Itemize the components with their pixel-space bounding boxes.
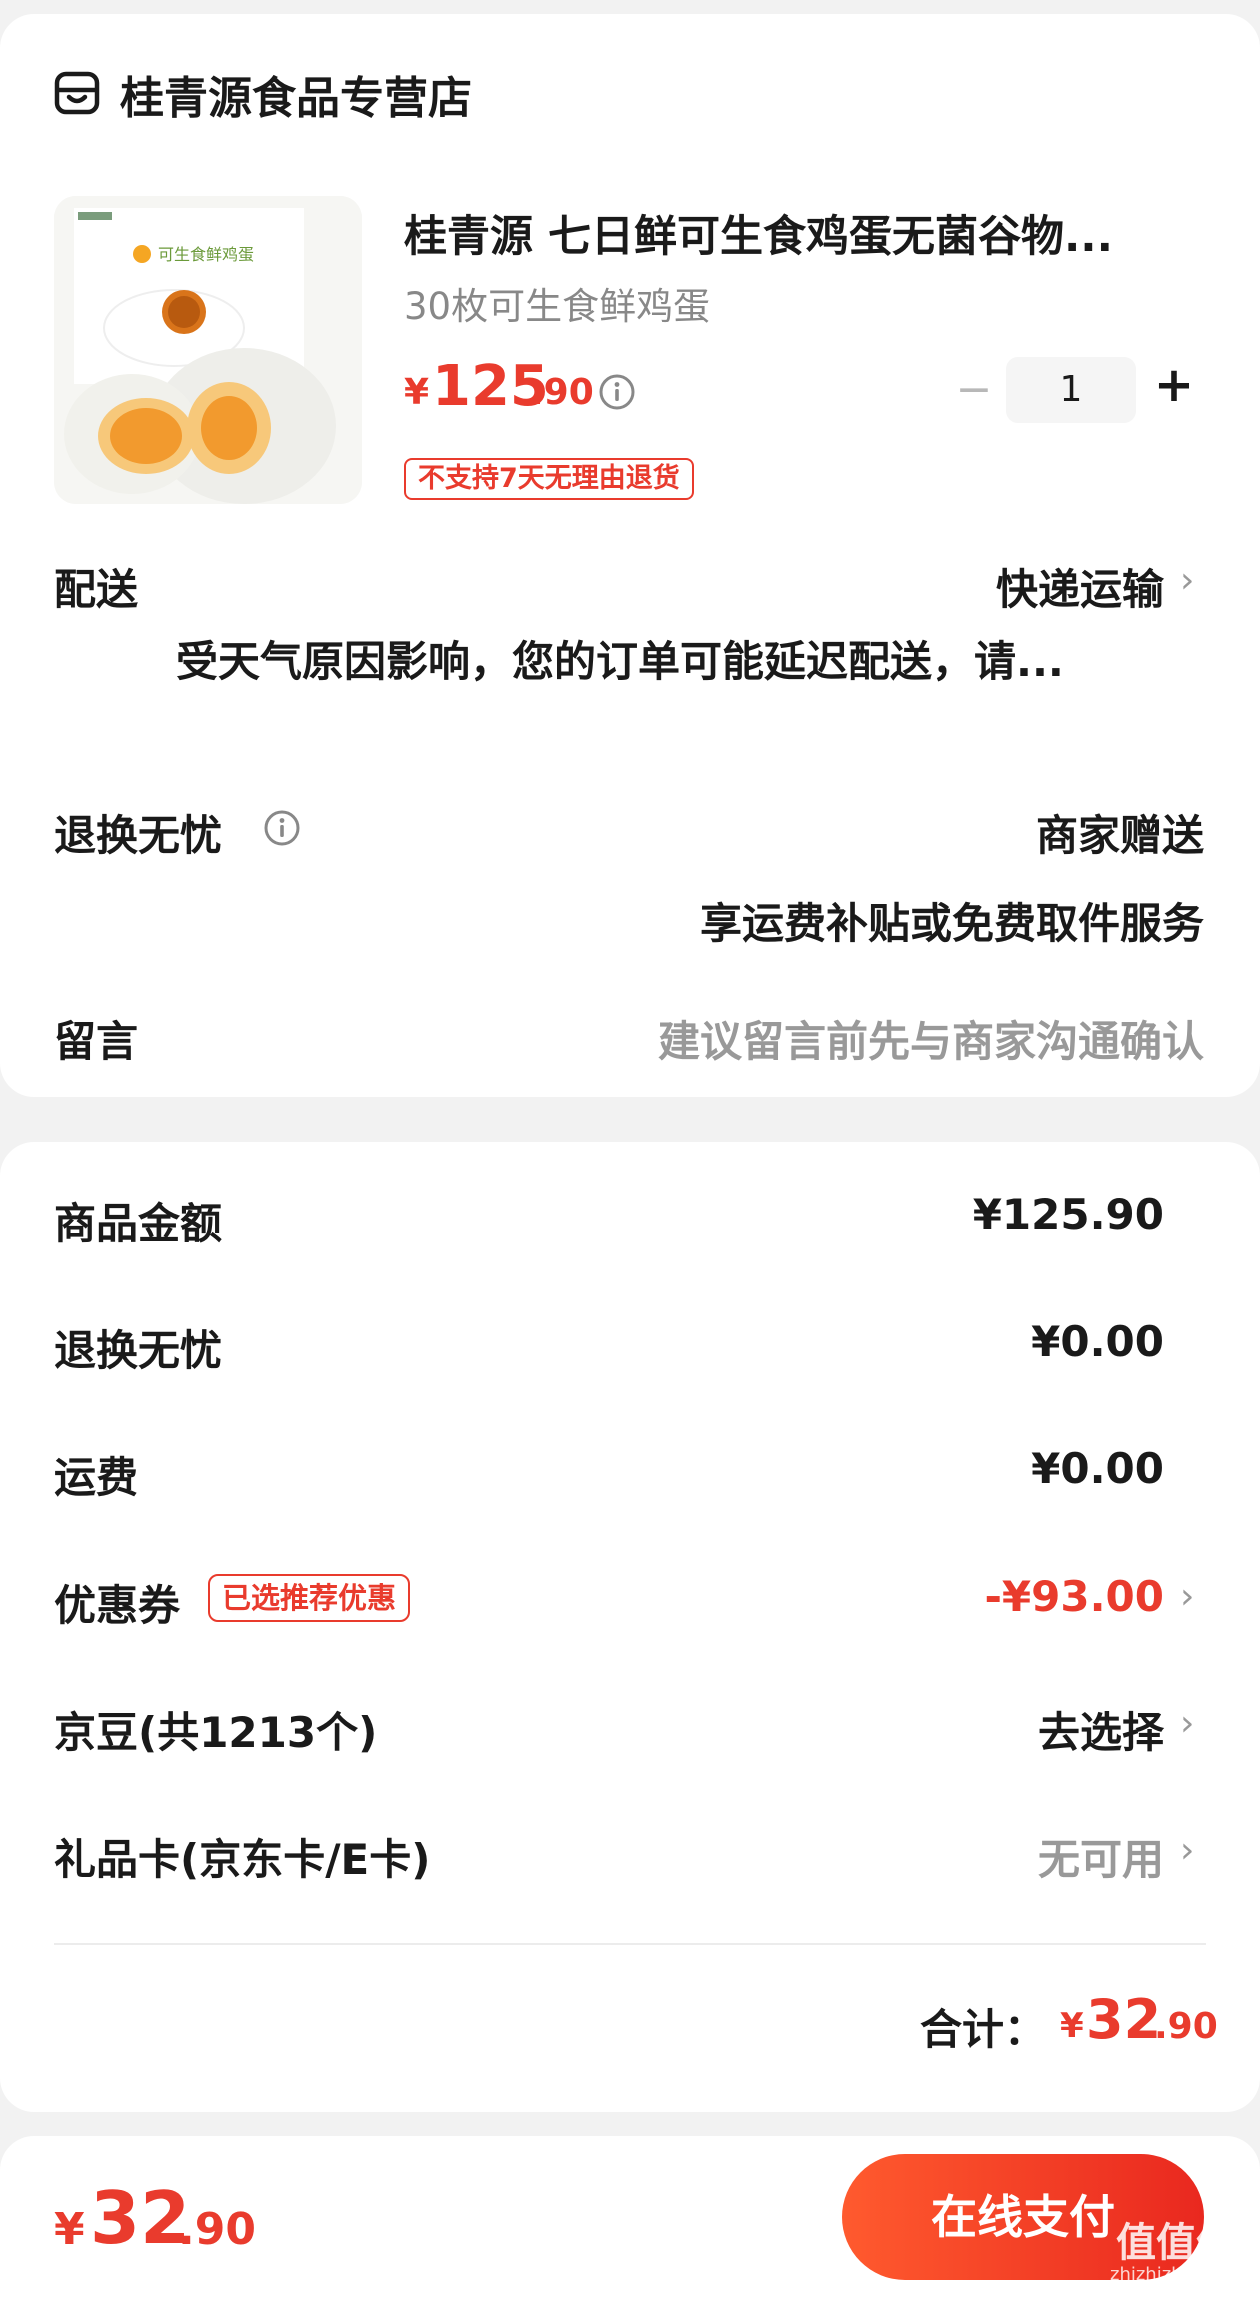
message-label: 留言 [54,1017,139,1066]
delivery-label: 配送 [54,565,139,614]
returns-info-icon[interactable] [263,809,301,847]
returns-fee-label: 退换无忧 [54,1326,223,1375]
coupon-chevron-right-icon[interactable]: › [1180,1576,1194,1617]
summary-divider [54,1943,1206,1945]
egg-illustration: 可生食鲜鸡蛋 [54,196,362,504]
delivery-method[interactable]: 快递运输 [996,556,1164,617]
delivery-chevron-right-icon[interactable]: › [1180,560,1194,601]
returns-fee-value: ¥0.00 [1031,1317,1164,1366]
gift-card-value[interactable]: 无可用 [1038,1826,1164,1887]
message-input[interactable]: 建议留言前先与商家沟通确认 [658,1008,1204,1069]
product-spec[interactable]: 30枚可生食鲜鸡蛋 [404,276,710,330]
coupon-recommended-tag: 已选推荐优惠 [208,1574,411,1622]
price-decimal: .90 [530,372,594,413]
quantity-increase-button[interactable]: + [1152,360,1196,410]
shipping-fee-value: ¥0.00 [1031,1444,1164,1493]
total-symbol: ¥ [1060,2006,1084,2046]
jingdou-select[interactable]: 去选择 [1038,1699,1164,1760]
product-image-caption: 可生食鲜鸡蛋 [158,245,254,264]
returns-value[interactable]: 商家赠送 [1036,802,1204,863]
jingdou-chevron-right-icon[interactable]: › [1180,1703,1194,1744]
price-info-icon[interactable] [598,373,636,411]
shop-icon [54,71,100,115]
goods-amount-value: ¥125.90 [972,1190,1164,1239]
delivery-delay-notice: 受天气原因影响，您的订单可能延迟配送，请... [176,637,1064,686]
watermark-url: zhizhizhi.com [1110,2264,1232,2285]
order-summary-card [0,1142,1260,2112]
shop-name[interactable]: 桂青源食品专营店 [120,62,472,126]
product-image[interactable]: 可生食鲜鸡蛋 [54,196,362,504]
bottom-total-symbol: ¥ [54,2204,85,2255]
coupon-discount-value[interactable]: -¥93.00 [984,1572,1164,1621]
bottom-total-decimal: .90 [178,2204,256,2255]
returns-subtext: 享运费补贴或免费取件服务 [699,899,1204,948]
total-label: 合计： [920,2005,1047,2054]
goods-amount-label: 商品金额 [54,1199,223,1248]
coupon-label: 优惠券 [54,1581,181,1630]
gift-card-label: 礼品卡(京东卡/E卡) [54,1835,431,1884]
price-symbol: ¥ [404,372,430,413]
total-integer: 32 [1086,1988,1162,2051]
product-title[interactable]: 桂青源 七日鲜可生食鸡蛋无菌谷物... [404,202,1174,264]
returns-label: 退换无忧 [54,811,223,860]
gift-card-chevron-right-icon[interactable]: › [1180,1830,1194,1871]
total-decimal: .90 [1154,2006,1218,2047]
no-7day-return-tag: 不支持7天无理由退货 [404,458,694,500]
quantity-decrease-button[interactable]: − [954,368,994,412]
shipping-fee-label: 运费 [54,1453,139,1502]
watermark: 值值值 [1116,2220,1236,2266]
quantity-input[interactable]: 1 [1006,357,1136,423]
jingdou-label: 京豆(共1213个) [54,1708,378,1757]
bottom-total-integer: 32 [90,2176,191,2260]
